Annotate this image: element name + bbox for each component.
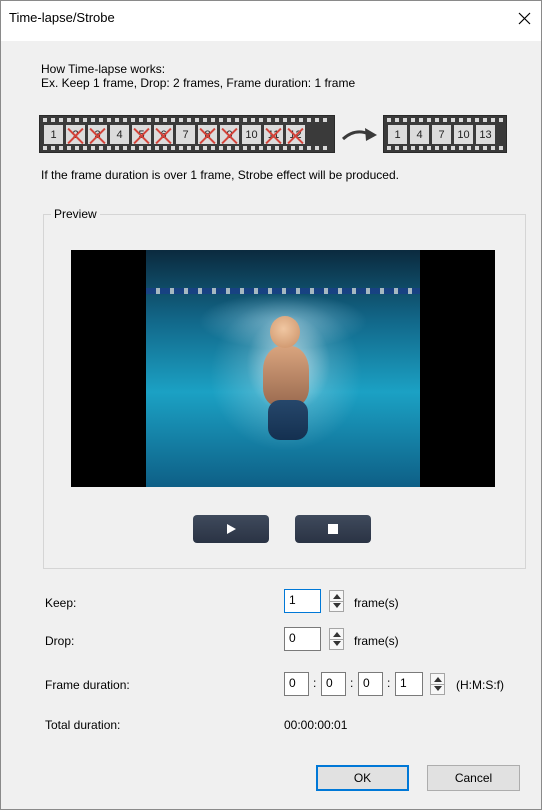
time-separator: :: [350, 676, 354, 690]
film-frame: 9: [220, 125, 239, 144]
film-frame: 10: [454, 125, 473, 144]
film-frame: 12: [286, 125, 305, 144]
cancel-button[interactable]: Cancel: [427, 765, 520, 791]
frame-duration-label: Frame duration:: [45, 678, 130, 692]
preview-image: [146, 250, 420, 487]
play-button[interactable]: [193, 515, 269, 543]
preview-video: [71, 250, 495, 487]
film-strip-before: 1 2 3 4 5 6 7 8 9 10 11 12: [39, 115, 335, 153]
film-frame: 13: [476, 125, 495, 144]
title-bar: Time-lapse/Strobe: [1, 1, 541, 41]
close-icon: [518, 12, 530, 24]
window-title: Time-lapse/Strobe: [9, 10, 115, 25]
time-lapse-dialog: Time-lapse/Strobe How Time-lapse works: …: [0, 0, 542, 810]
time-separator: :: [313, 676, 317, 690]
film-frame: 2: [66, 125, 85, 144]
drop-input[interactable]: 0: [284, 627, 321, 651]
film-frame: 1: [388, 125, 407, 144]
film-frame: 7: [176, 125, 195, 144]
film-frame: 7: [432, 125, 451, 144]
film-frame: 4: [110, 125, 129, 144]
stop-icon: [328, 524, 338, 534]
film-frame: 10: [242, 125, 261, 144]
ok-button[interactable]: OK: [316, 765, 409, 791]
film-frame: 4: [410, 125, 429, 144]
preview-label: Preview: [51, 207, 100, 221]
duration-format: (H:M:S:f): [456, 678, 504, 692]
drop-label: Drop:: [45, 634, 75, 648]
film-strip-after: 1 4 7 10 13: [383, 115, 507, 153]
duration-spinner[interactable]: [430, 673, 445, 695]
how-it-works-heading: How Time-lapse works:: [41, 62, 166, 76]
film-frame: 11: [264, 125, 283, 144]
drop-unit: frame(s): [354, 634, 399, 648]
total-duration-value: 00:00:00:01: [284, 718, 348, 732]
film-frame: 1: [44, 125, 63, 144]
strobe-note: If the frame duration is over 1 frame, S…: [41, 168, 399, 182]
duration-frames-input[interactable]: 1: [395, 672, 423, 696]
film-frame: 6: [154, 125, 173, 144]
total-duration-label: Total duration:: [45, 718, 121, 732]
keep-spinner[interactable]: [329, 590, 344, 612]
keep-input[interactable]: 1: [284, 589, 321, 613]
duration-seconds-input[interactable]: 0: [358, 672, 383, 696]
film-frame: 5: [132, 125, 151, 144]
stop-button[interactable]: [295, 515, 371, 543]
curved-arrow-icon: [341, 128, 377, 141]
duration-hours-input[interactable]: 0: [284, 672, 309, 696]
film-frame: 8: [198, 125, 217, 144]
keep-label: Keep:: [45, 596, 77, 610]
drop-spinner[interactable]: [329, 628, 344, 650]
film-frame: 3: [88, 125, 107, 144]
time-separator: :: [387, 676, 391, 690]
close-button[interactable]: [509, 3, 539, 33]
keep-unit: frame(s): [354, 596, 399, 610]
duration-minutes-input[interactable]: 0: [321, 672, 346, 696]
play-icon: [227, 524, 236, 534]
example-text: Ex. Keep 1 frame, Drop: 2 frames, Frame …: [41, 76, 356, 90]
